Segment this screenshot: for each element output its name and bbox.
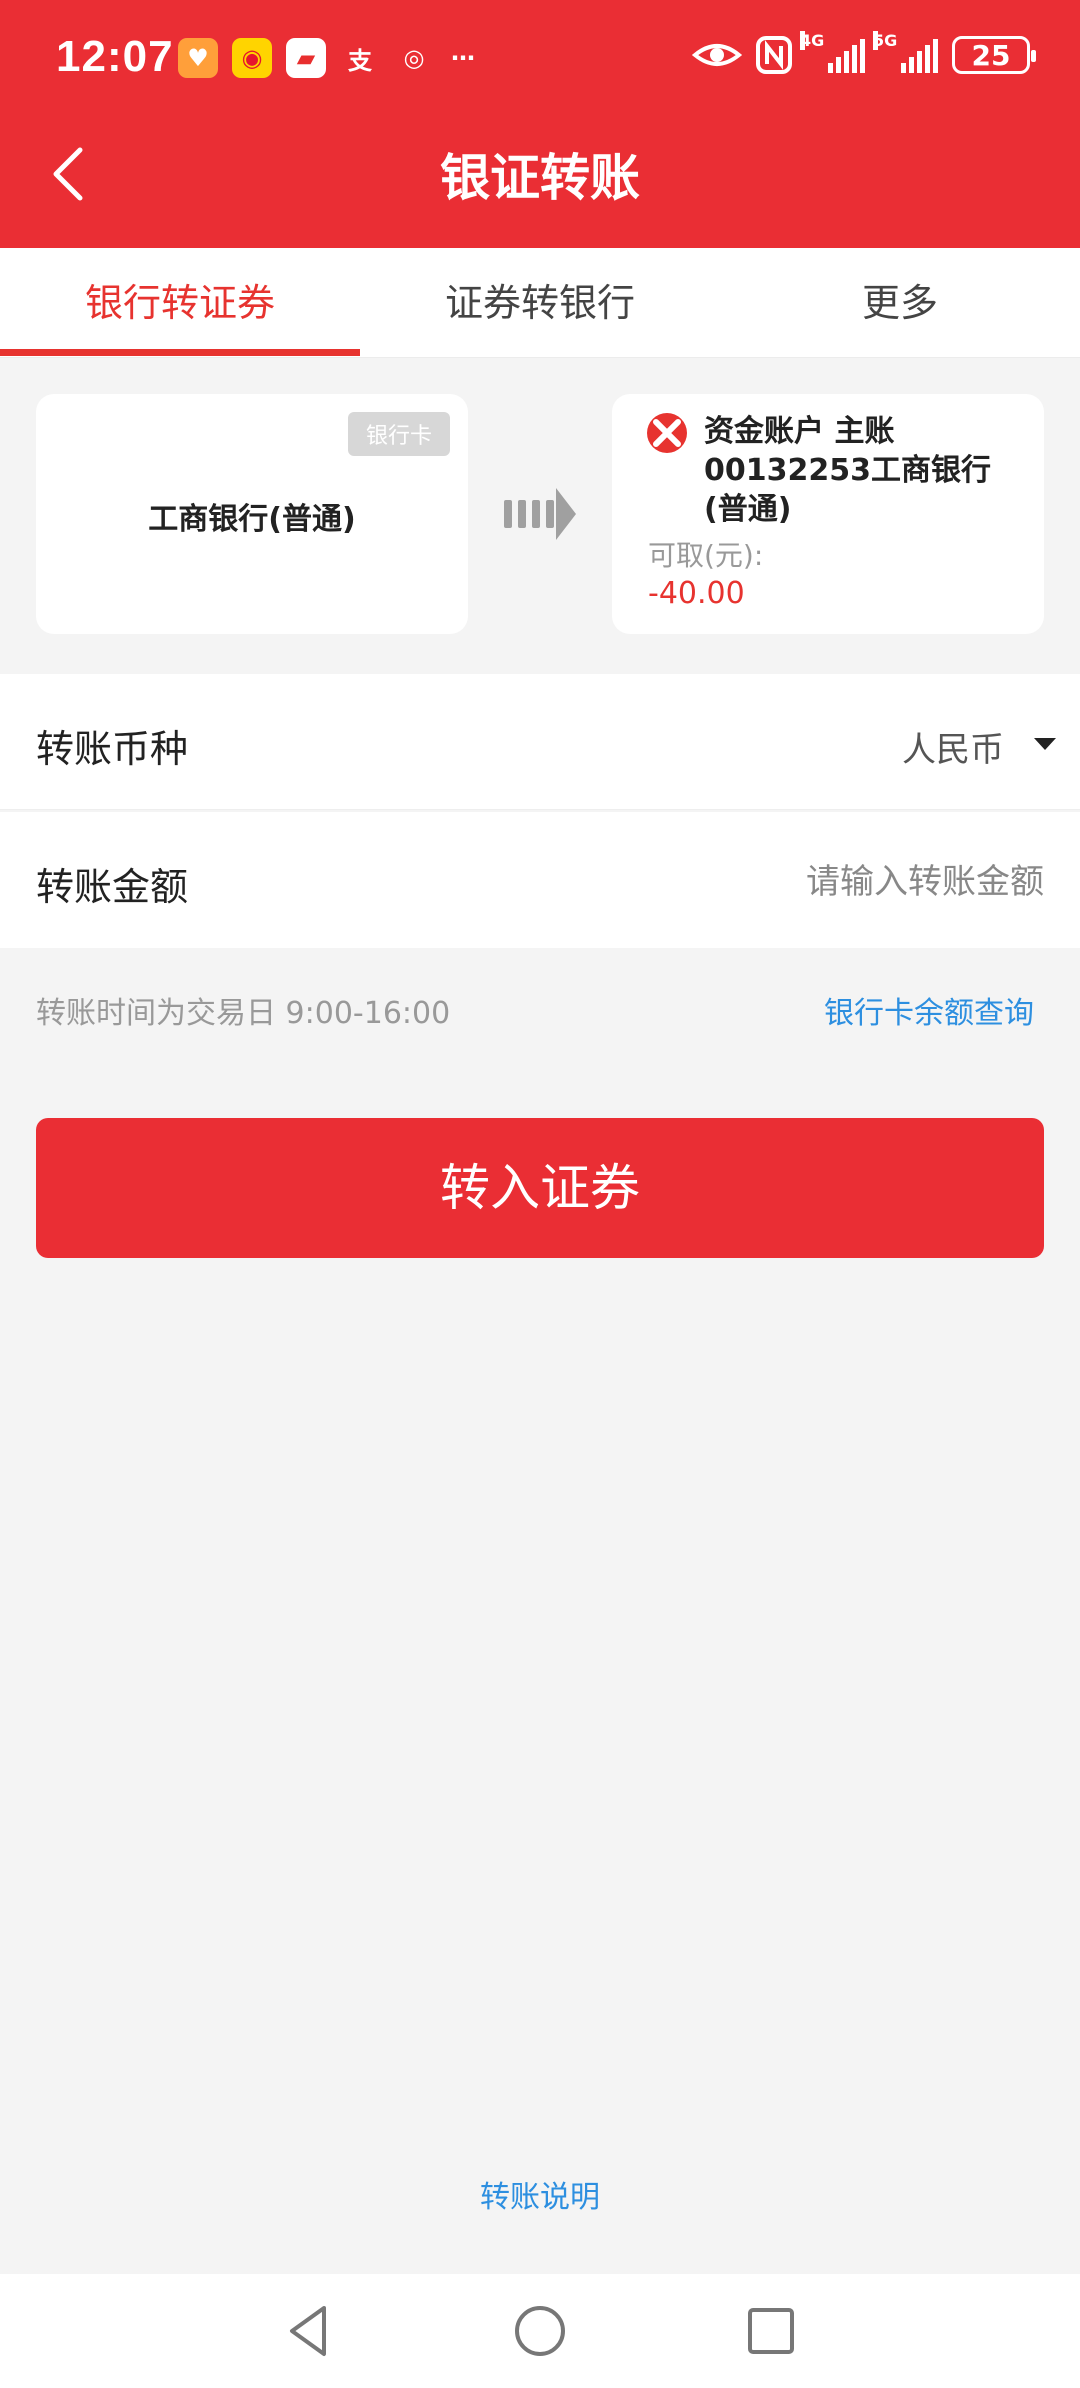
amount-input[interactable] bbox=[624, 852, 1044, 912]
eye-icon bbox=[692, 44, 742, 66]
transfer-instructions-link[interactable]: 转账说明 bbox=[0, 2172, 1080, 2216]
nfc-icon bbox=[756, 36, 792, 74]
app-header: 12:07 ♥ ◉ ▰ 支 ◎ ⋯ 4G 5G 25 银证转账 bbox=[0, 0, 1080, 248]
signal-4g-icon: 4G bbox=[800, 31, 865, 73]
heart-app-icon: ♥ bbox=[178, 38, 218, 78]
weibo-icon: ◉ bbox=[232, 38, 272, 78]
amount-label: 转账金额 bbox=[36, 865, 189, 909]
status-time: 12:07 bbox=[56, 32, 174, 81]
tab-bar: 银行转证券 证券转银行 更多 bbox=[0, 248, 1080, 358]
transfer-in-button[interactable]: 转入证券 bbox=[36, 1118, 1044, 1258]
tab-more[interactable]: 更多 bbox=[720, 248, 1080, 358]
reader-icon: ▰ bbox=[286, 38, 326, 78]
bank-name: 工商银行(普通) bbox=[148, 502, 356, 537]
app-icon: ◎ bbox=[403, 44, 425, 72]
more-dots-icon: ⋯ bbox=[451, 44, 475, 72]
bank-card-badge: 银行卡 bbox=[347, 412, 450, 456]
nav-home-icon[interactable] bbox=[509, 2300, 571, 2362]
signal-5g-icon: 5G bbox=[873, 31, 938, 73]
page-title: 银证转账 bbox=[440, 149, 640, 207]
tab-bank-to-securities[interactable]: 银行转证券 bbox=[0, 248, 360, 358]
system-nav-bar bbox=[0, 2274, 1080, 2388]
battery-indicator: 25 bbox=[952, 36, 1036, 74]
transfer-arrow-icon bbox=[504, 488, 576, 540]
bank-card-selector[interactable]: 银行卡 工商银行(普通) bbox=[36, 394, 468, 634]
available-label: 可取(元): bbox=[648, 539, 764, 572]
currency-row[interactable]: 转账币种 人民币 bbox=[0, 674, 1080, 810]
available-value: -40.00 bbox=[648, 576, 745, 611]
nav-recents-icon[interactable] bbox=[740, 2300, 802, 2362]
tab-securities-to-bank[interactable]: 证券转银行 bbox=[360, 248, 720, 358]
nav-back-icon[interactable] bbox=[278, 2300, 340, 2362]
notification-icons: ♥ ◉ ▰ 支 ◎ ⋯ bbox=[178, 38, 478, 78]
amount-row: 转账金额 bbox=[0, 812, 1080, 948]
broker-logo-icon bbox=[647, 413, 687, 453]
active-tab-indicator bbox=[0, 349, 360, 356]
status-right: 4G 5G 25 bbox=[692, 31, 1036, 74]
currency-label: 转账币种 bbox=[36, 727, 189, 771]
fund-account-title: 资金账户 主账 00132253工商银行(普通) bbox=[704, 414, 991, 527]
alipay-icon: 支 bbox=[348, 46, 372, 75]
transfer-time-hint: 转账时间为交易日 9:00-16:00 bbox=[36, 996, 451, 1031]
currency-value: 人民币 bbox=[902, 730, 1004, 770]
bank-balance-query-link[interactable]: 银行卡余额查询 bbox=[824, 988, 1034, 1032]
status-bar: 12:07 ♥ ◉ ▰ 支 ◎ ⋯ 4G 5G 25 bbox=[0, 0, 1080, 118]
fund-account-card[interactable]: 资金账户 主账 00132253工商银行(普通) 可取(元): -40.00 bbox=[612, 394, 1044, 634]
dropdown-caret-icon bbox=[1034, 738, 1056, 750]
